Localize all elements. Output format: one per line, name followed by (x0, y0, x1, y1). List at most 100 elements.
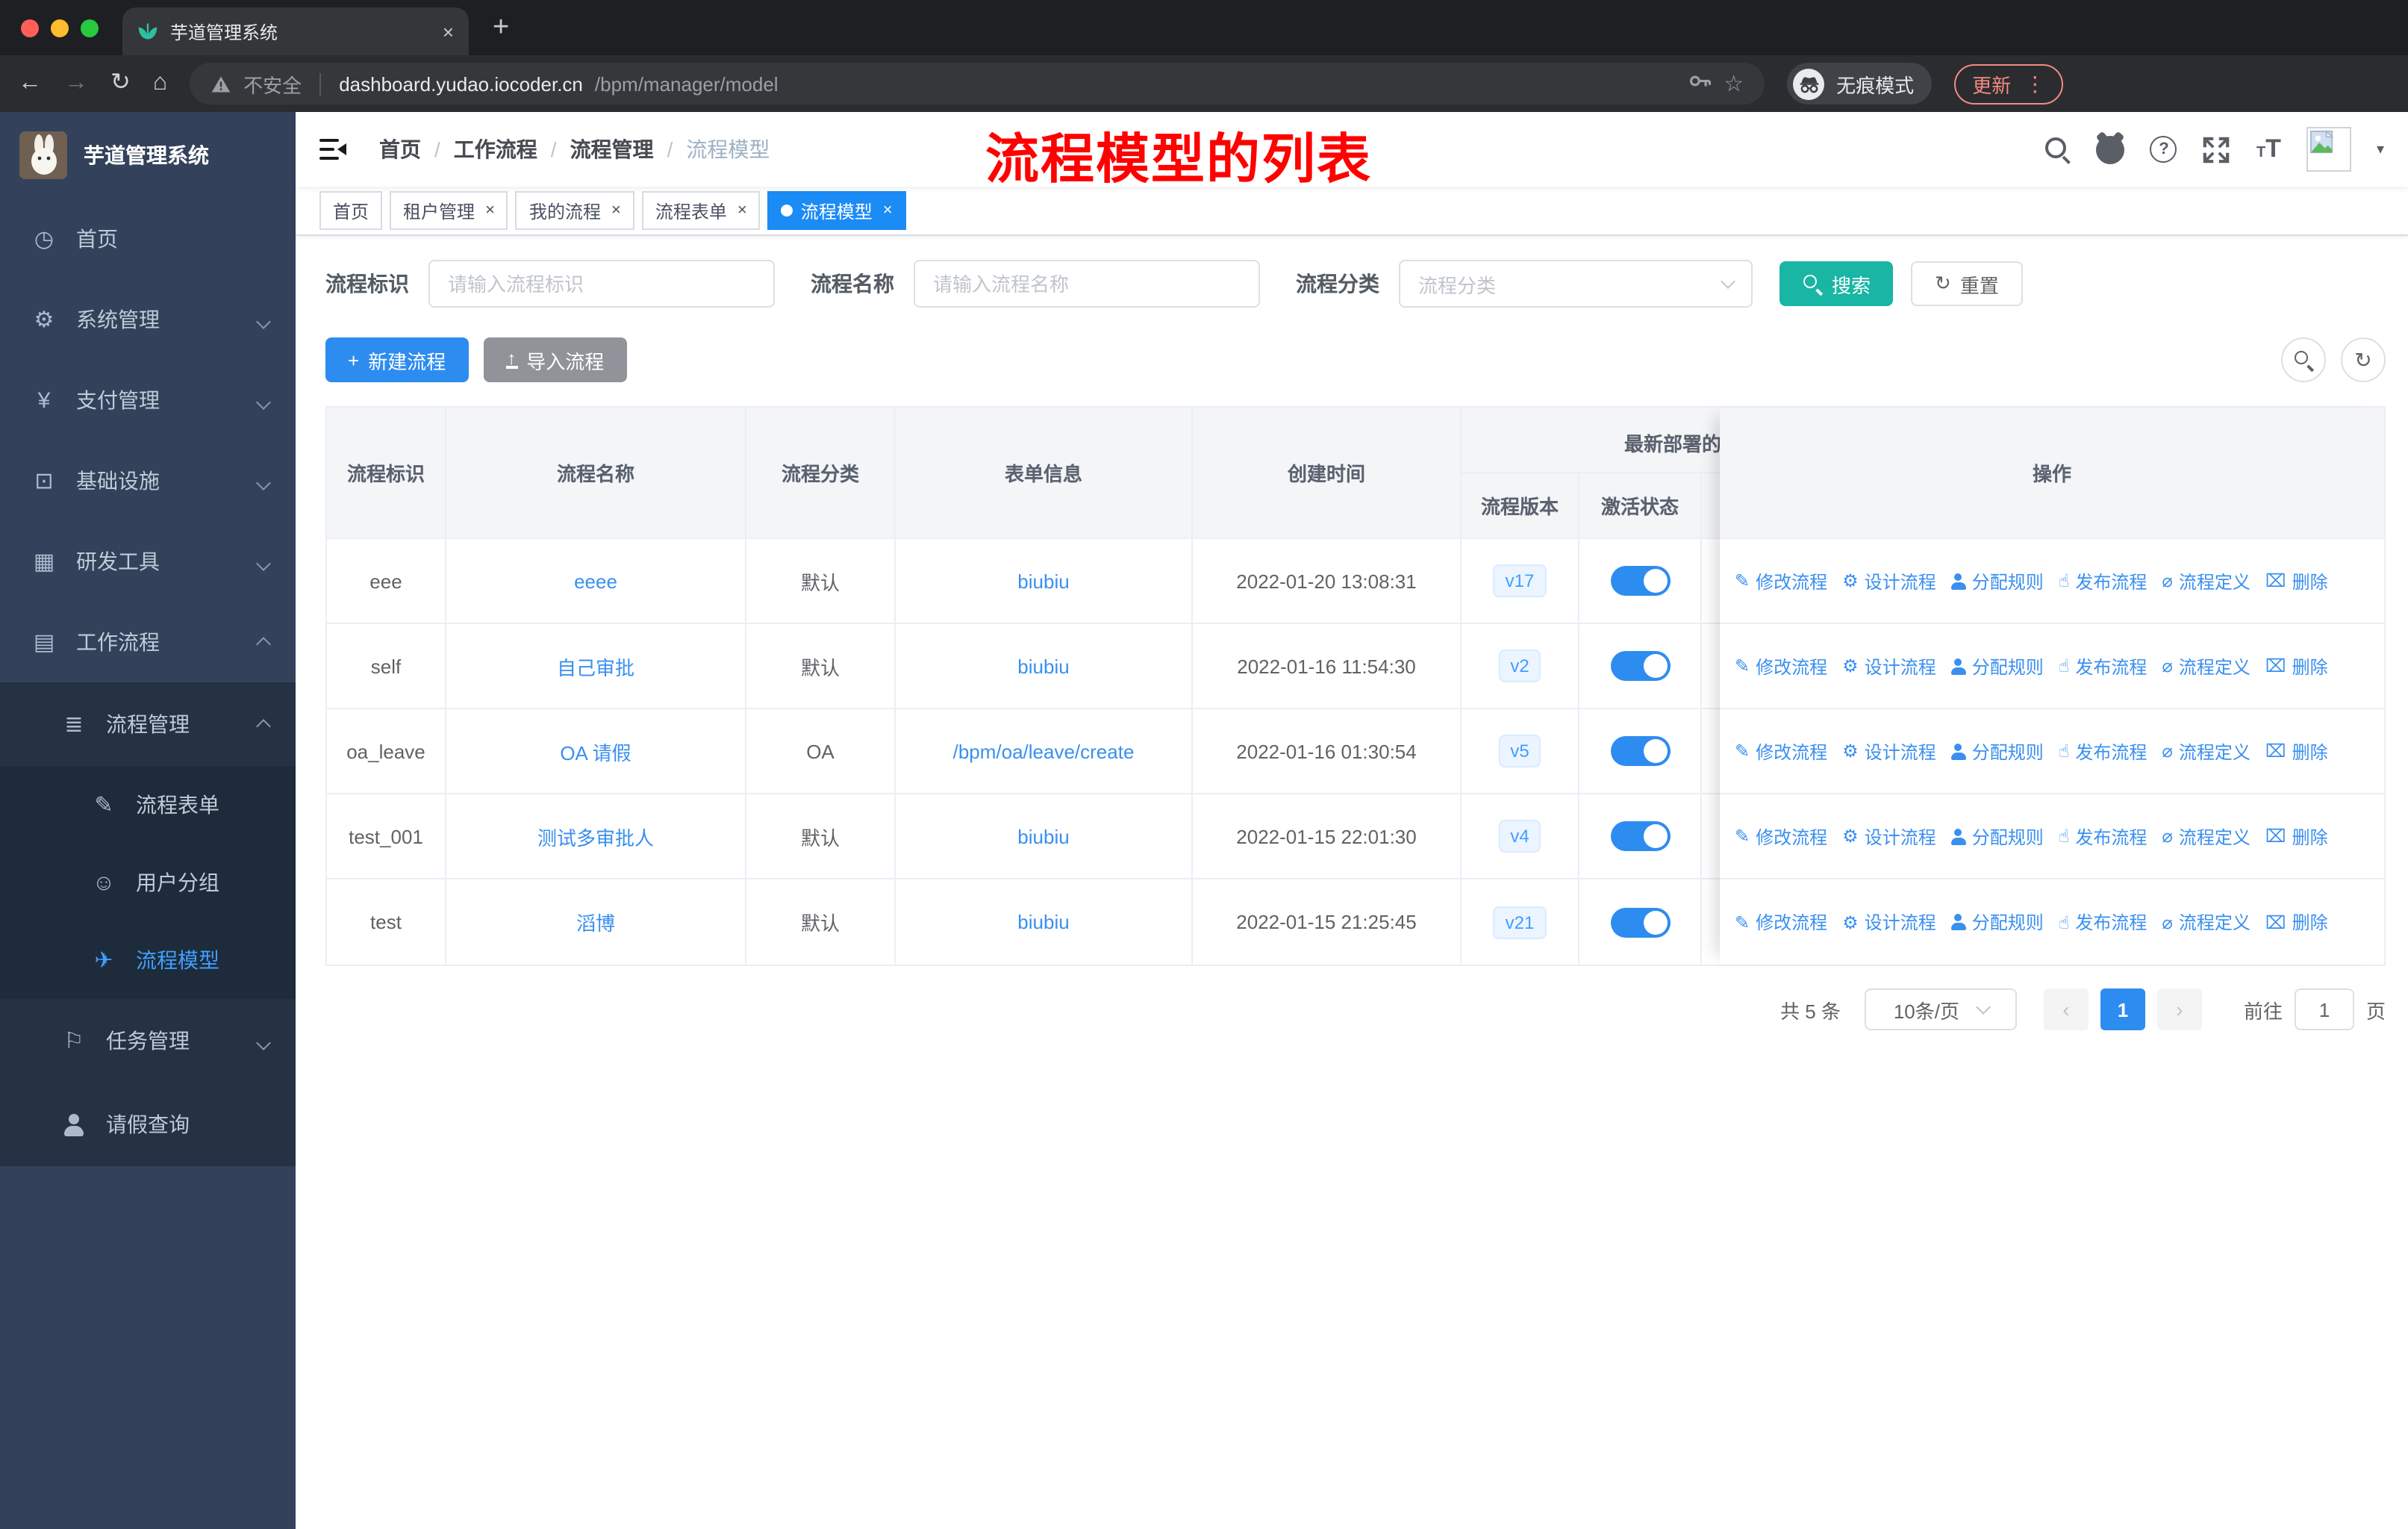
process-name-link[interactable]: 滔博 (576, 908, 615, 936)
version-badge[interactable]: v17 (1493, 564, 1547, 597)
active-toggle[interactable] (1610, 907, 1670, 937)
create-process-button[interactable]: + 新建流程 (325, 337, 469, 382)
version-badge[interactable]: v5 (1498, 735, 1541, 767)
action-link[interactable]: 分配规则 (1951, 909, 2044, 935)
form-info-link[interactable]: biubiu (1017, 655, 1069, 677)
close-icon[interactable]: × (883, 202, 893, 219)
close-icon[interactable]: × (737, 202, 747, 219)
sidebar-fold-icon[interactable] (319, 138, 346, 161)
action-link[interactable]: 分配规则 (1951, 568, 2044, 594)
active-toggle[interactable] (1610, 566, 1670, 596)
process-category-select[interactable]: 流程分类 (1399, 260, 1753, 308)
avatar[interactable] (2306, 127, 2351, 172)
action-link[interactable]: ⌧ 删除 (2265, 738, 2328, 764)
action-link[interactable]: ☝ 发布流程 (2059, 568, 2147, 594)
action-link[interactable]: ⌀ 流程定义 (2162, 568, 2251, 594)
kebab-menu-icon[interactable]: ⋮ (2024, 71, 2045, 96)
action-link[interactable]: ⌀ 流程定义 (2162, 653, 2251, 679)
fullscreen-icon[interactable] (2203, 135, 2231, 164)
caret-down-icon[interactable]: ▾ (2377, 141, 2384, 158)
browser-tab[interactable]: 芋道管理系统 × (122, 7, 469, 55)
next-icon[interactable]: › (2156, 988, 2202, 1030)
action-link[interactable]: ✎ 修改流程 (1735, 823, 1827, 849)
action-link[interactable]: ⌧ 删除 (2265, 568, 2328, 594)
process-name-link[interactable]: eeee (574, 570, 617, 592)
action-link[interactable]: ⌧ 删除 (2265, 823, 2328, 849)
action-link[interactable]: 分配规则 (1951, 738, 2044, 764)
action-link[interactable]: ☝ 发布流程 (2059, 653, 2147, 679)
key-icon[interactable] (1688, 72, 1712, 96)
action-link[interactable]: 分配规则 (1951, 653, 2044, 679)
home-icon[interactable]: ⌂ (153, 71, 167, 96)
breadcrumb-item[interactable]: 流程管理 (570, 134, 654, 164)
form-info-link[interactable]: biubiu (1017, 570, 1069, 592)
sidebar-item[interactable]: ⚐ 任务管理 (0, 999, 296, 1083)
breadcrumb-item[interactable]: 首页 (379, 134, 421, 164)
breadcrumb-item[interactable]: 流程模型 (686, 134, 770, 164)
action-link[interactable]: 分配规则 (1951, 823, 2044, 849)
sidebar-item[interactable]: ⊡ 基础设施 (0, 440, 296, 521)
form-info-link[interactable]: /bpm/oa/leave/create (953, 740, 1135, 762)
plus-icon[interactable]: + (493, 12, 509, 45)
process-id-input[interactable] (428, 260, 775, 308)
github-icon[interactable] (2096, 135, 2125, 164)
sidebar-item[interactable]: ▦ 研发工具 (0, 521, 296, 602)
active-toggle[interactable] (1610, 736, 1670, 766)
action-link[interactable]: ⚙ 设计流程 (1842, 568, 1936, 594)
action-link[interactable]: ⌀ 流程定义 (2162, 823, 2251, 849)
close-icon[interactable]: × (611, 202, 621, 219)
active-toggle[interactable] (1610, 821, 1670, 851)
reload-icon[interactable]: ↻ (110, 71, 131, 96)
view-tag[interactable]: 流程模型 × (767, 191, 906, 230)
security-label[interactable]: 不安全 (243, 69, 302, 98)
form-info-link[interactable]: biubiu (1017, 825, 1069, 847)
action-link[interactable]: ☝ 发布流程 (2059, 823, 2147, 849)
sidebar-logo-row[interactable]: 芋道管理系统 (0, 112, 296, 199)
view-tag[interactable]: 首页 (319, 191, 383, 230)
sidebar-item[interactable]: 请假查询 (0, 1083, 296, 1166)
sidebar-item[interactable]: ≣ 流程管理 (0, 682, 296, 766)
action-link[interactable]: ⚙ 设计流程 (1842, 653, 1936, 679)
process-name-link[interactable]: OA 请假 (560, 737, 631, 765)
help-icon[interactable]: ? (2150, 136, 2177, 163)
search-button[interactable]: 搜索 (1780, 261, 1894, 306)
action-link[interactable]: ✎ 修改流程 (1735, 568, 1827, 594)
action-link[interactable]: ⚙ 设计流程 (1842, 823, 1936, 849)
sidebar-item[interactable]: ¥ 支付管理 (0, 360, 296, 440)
process-name-link[interactable]: 自己审批 (557, 652, 634, 680)
goto-page-input[interactable] (2294, 988, 2354, 1030)
action-link[interactable]: ☝ 发布流程 (2059, 738, 2147, 764)
action-link[interactable]: ✎ 修改流程 (1735, 738, 1827, 764)
process-name-input[interactable] (914, 260, 1260, 308)
action-link[interactable]: ⚙ 设计流程 (1842, 738, 1936, 764)
sidebar-item[interactable]: ✈ 流程模型 (0, 921, 296, 999)
action-link[interactable]: ⌧ 删除 (2265, 909, 2328, 935)
breadcrumb-item[interactable]: 工作流程 (454, 134, 537, 164)
form-info-link[interactable]: biubiu (1017, 911, 1069, 933)
sidebar-item[interactable]: ✎ 流程表单 (0, 766, 296, 844)
search-icon[interactable] (2044, 136, 2071, 163)
close-window-button[interactable] (21, 19, 39, 37)
toggle-search-button[interactable] (2281, 337, 2326, 382)
page-size-select[interactable]: 10条/页 (1864, 988, 2017, 1030)
version-badge[interactable]: v4 (1498, 820, 1541, 853)
minimize-window-button[interactable] (51, 19, 69, 37)
version-badge[interactable]: v21 (1493, 906, 1547, 938)
process-name-link[interactable]: 测试多审批人 (537, 822, 654, 850)
refresh-button[interactable]: ↻ (2341, 337, 2386, 382)
maximize-window-button[interactable] (81, 19, 99, 37)
sidebar-item[interactable]: ☺ 用户分组 (0, 844, 296, 921)
action-link[interactable]: ⌀ 流程定义 (2162, 738, 2251, 764)
action-link[interactable]: ⌀ 流程定义 (2162, 909, 2251, 935)
star-icon[interactable]: ☆ (1724, 70, 1744, 97)
version-badge[interactable]: v2 (1498, 650, 1541, 682)
sidebar-item[interactable]: ◷ 首页 (0, 199, 296, 279)
action-link[interactable]: ⚙ 设计流程 (1842, 909, 1936, 935)
active-toggle[interactable] (1610, 651, 1670, 681)
prev-icon[interactable]: ‹ (2043, 988, 2089, 1030)
forward-icon[interactable]: → (64, 71, 88, 96)
action-link[interactable]: ⌧ 删除 (2265, 653, 2328, 679)
sidebar-item[interactable]: ▤ 工作流程 (0, 602, 296, 682)
close-icon[interactable]: × (443, 20, 454, 43)
action-link[interactable]: ✎ 修改流程 (1735, 653, 1827, 679)
